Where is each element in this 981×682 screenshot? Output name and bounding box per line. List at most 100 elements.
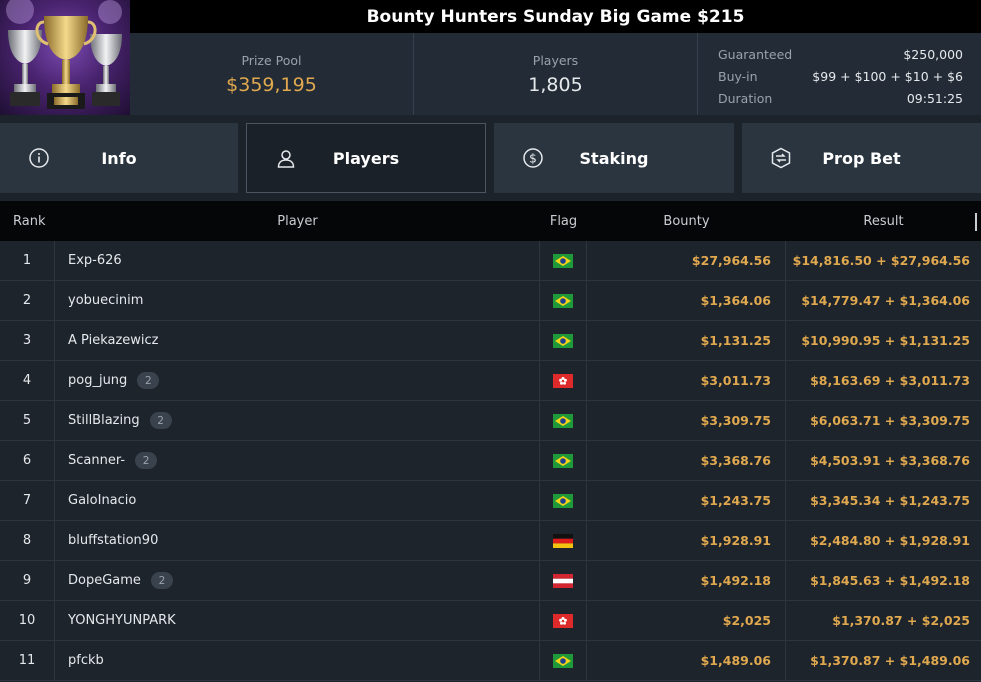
tournament-details: Guaranteed $250,000 Buy-in $99 + $100 + …: [698, 33, 981, 115]
header-bounty[interactable]: Bounty: [587, 214, 786, 229]
player-cell[interactable]: A Piekazewicz: [55, 321, 540, 360]
flag-cell: [540, 561, 587, 600]
bounty-cell: $2,025: [587, 601, 786, 640]
result-cell: $2,484.80 + $1,928.91: [810, 533, 970, 548]
player-cell[interactable]: yobuecinim: [55, 281, 540, 320]
bounty-cell: $1,243.75: [587, 481, 786, 520]
flag-brazil-icon: [553, 653, 573, 668]
flag-brazil-icon: [553, 333, 573, 348]
rank-cell: 7: [0, 481, 55, 520]
prop-bet-icon: [771, 147, 791, 169]
player-name[interactable]: YONGHYUNPARK: [68, 613, 176, 628]
guaranteed-label: Guaranteed: [718, 46, 793, 62]
player-name[interactable]: bluffstation90: [68, 533, 158, 548]
player-cell[interactable]: Exp-626: [55, 241, 540, 280]
table-row[interactable]: 3 A Piekazewicz $1,131.25 $10,990.95 + $1,1…: [0, 321, 981, 361]
players-table: Rank Player Flag Bounty Result 1 Exp-626 $…: [0, 201, 981, 682]
table-row[interactable]: 2 yobuecinim $1,364.06 $14,779.47 + $1,364.…: [0, 281, 981, 321]
player-cell[interactable]: YONGHYUNPARK: [55, 601, 540, 640]
buyin-row: Buy-in $99 + $100 + $10 + $6: [718, 65, 963, 87]
bounty-cell: $1,364.06: [587, 281, 786, 320]
player-cell[interactable]: DopeGame 2: [55, 561, 540, 600]
flag-cell: [540, 521, 587, 560]
table-row[interactable]: 7 GaloInacio $1,243.75 $3,345.34 + $1,243.7…: [0, 481, 981, 521]
tab-info[interactable]: Info: [0, 123, 238, 193]
table-row[interactable]: 4 pog_jung 2 $3,011.73 $8,163.69 + $3,011.73: [0, 361, 981, 401]
result-cell: $10,990.95 + $1,131.25: [801, 333, 970, 348]
rank-cell: 4: [0, 361, 55, 400]
prize-pool-stat: Prize Pool $359,195: [130, 33, 414, 115]
result-cell: $1,845.63 + $1,492.18: [810, 573, 970, 588]
player-name[interactable]: pog_jung: [68, 373, 127, 388]
table-body: 1 Exp-626 $27,964.56 $14,816.50 + $27,964.5…: [0, 241, 981, 681]
player-cell[interactable]: pfckb: [55, 641, 540, 680]
rank-cell: 6: [0, 441, 55, 480]
player-name[interactable]: yobuecinim: [68, 293, 143, 308]
bounty-cell: $1,928.91: [587, 521, 786, 560]
duration-value: 09:51:25: [906, 90, 963, 106]
table-row[interactable]: 11 pfckb $1,489.06 $1,370.87 + $1,489.06: [0, 641, 981, 681]
bounty-cell: $1,492.18: [587, 561, 786, 600]
player-name[interactable]: StillBlazing: [68, 413, 140, 428]
header-result[interactable]: Result: [786, 214, 981, 229]
player-name[interactable]: Exp-626: [68, 253, 122, 268]
player-name[interactable]: pfckb: [68, 653, 104, 668]
player-cell[interactable]: Scanner- 2: [55, 441, 540, 480]
result-cell: $3,345.34 + $1,243.75: [810, 493, 970, 508]
player-cell[interactable]: bluffstation90: [55, 521, 540, 560]
table-row[interactable]: 1 Exp-626 $27,964.56 $14,816.50 + $27,964.5…: [0, 241, 981, 281]
flag-cell: [540, 401, 587, 440]
bounty-cell: $3,309.75: [587, 401, 786, 440]
duration-label: Duration: [718, 90, 773, 106]
player-name[interactable]: A Piekazewicz: [68, 333, 159, 348]
players-value: 1,805: [528, 73, 583, 96]
title-bar: Bounty Hunters Sunday Big Game $215: [130, 0, 981, 33]
header-rank[interactable]: Rank: [0, 214, 55, 229]
flag-cell: [540, 441, 587, 480]
table-row[interactable]: 5 StillBlazing 2 $3,309.75 $6,063.71 + $3,30…: [0, 401, 981, 441]
header-player[interactable]: Player: [55, 214, 540, 229]
entries-badge: 2: [150, 572, 173, 589]
player-name[interactable]: DopeGame: [68, 573, 141, 588]
column-resize-handle[interactable]: [975, 213, 977, 231]
flag-brazil-icon: [553, 453, 573, 468]
buyin-label: Buy-in: [718, 68, 758, 84]
tab-prop-bet[interactable]: Prop Bet: [742, 123, 981, 193]
player-name[interactable]: Scanner-: [68, 453, 125, 468]
flag-brazil-icon: [553, 293, 573, 308]
flag-cell: [540, 241, 587, 280]
players-label: Players: [532, 52, 579, 68]
player-cell[interactable]: pog_jung 2: [55, 361, 540, 400]
bounty-cell: $27,964.56: [587, 241, 786, 280]
header-flag[interactable]: Flag: [540, 214, 587, 229]
tab-bar: Info Players $ Staking Prop Bet: [0, 123, 981, 193]
table-header: Rank Player Flag Bounty Result: [0, 201, 981, 241]
buyin-value: $99 + $100 + $10 + $6: [812, 68, 963, 84]
player-cell[interactable]: StillBlazing 2: [55, 401, 540, 440]
prize-pool-value: $359,195: [226, 73, 317, 96]
table-row[interactable]: 8 bluffstation90 $1,928.91 $2,484.80 + $1,9…: [0, 521, 981, 561]
tab-players[interactable]: Players: [246, 123, 486, 193]
rank-cell: 11: [0, 641, 55, 680]
bounty-cell: $1,489.06: [587, 641, 786, 680]
table-row[interactable]: 10 YONGHYUNPARK $2,025 $1,370.87 + $2,025: [0, 601, 981, 641]
player-cell[interactable]: GaloInacio: [55, 481, 540, 520]
rank-cell: 9: [0, 561, 55, 600]
result-cell: $14,779.47 + $1,364.06: [801, 293, 970, 308]
table-row[interactable]: 9 DopeGame 2 $1,492.18 $1,845.63 + $1,492.18: [0, 561, 981, 601]
table-row[interactable]: 6 Scanner- 2 $3,368.76 $4,503.91 + $3,368.76: [0, 441, 981, 481]
info-icon: [29, 148, 49, 168]
svg-text:$: $: [529, 152, 537, 166]
rank-cell: 8: [0, 521, 55, 560]
rank-cell: 10: [0, 601, 55, 640]
entries-badge: 2: [137, 372, 160, 389]
player-name[interactable]: GaloInacio: [68, 493, 136, 508]
tab-staking[interactable]: $ Staking: [494, 123, 734, 193]
entries-badge: 2: [135, 452, 158, 469]
bounty-cell: $3,368.76: [587, 441, 786, 480]
duration-row: Duration 09:51:25: [718, 87, 963, 109]
tournament-title: Bounty Hunters Sunday Big Game $215: [366, 6, 745, 27]
flag-brazil-icon: [553, 493, 573, 508]
result-cell: $4,503.91 + $3,368.76: [810, 453, 970, 468]
flag-brazil-icon: [553, 413, 573, 428]
